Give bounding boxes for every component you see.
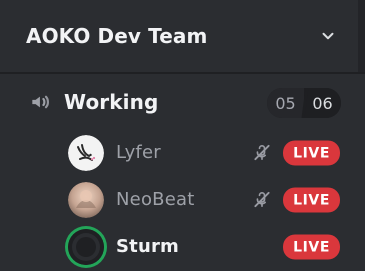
user-status: LIVE	[251, 187, 340, 212]
voice-user-row[interactable]: Lyfer LIVE	[0, 129, 365, 176]
server-name: AOKO Dev Team	[26, 24, 208, 48]
username: NeoBeat	[116, 189, 195, 210]
voice-user-row[interactable]: NeoBeat LIVE	[0, 176, 365, 223]
live-badge: LIVE	[283, 187, 340, 212]
voice-user-count: 05 06	[267, 88, 341, 118]
user-avatar[interactable]	[68, 134, 104, 171]
speaker-icon	[28, 89, 54, 115]
chevron-down-icon[interactable]	[313, 21, 343, 51]
live-badge: LIVE	[283, 140, 340, 165]
user-status: LIVE	[251, 140, 340, 165]
channel-name: Working	[64, 89, 159, 114]
user-avatar[interactable]	[68, 228, 104, 265]
voice-count-current: 05	[267, 88, 304, 118]
voice-count-limit: 06	[304, 88, 341, 118]
server-header[interactable]: AOKO Dev Team	[0, 0, 365, 74]
voice-user-row[interactable]: Sturm LIVE	[0, 223, 365, 270]
user-status: LIVE	[283, 234, 340, 259]
live-badge: LIVE	[283, 234, 340, 259]
user-avatar[interactable]	[68, 181, 104, 218]
mic-off-icon	[251, 189, 273, 211]
username: Sturm	[116, 236, 180, 257]
username: Lyfer	[116, 142, 161, 163]
voice-channel-row[interactable]: Working 05 06	[0, 74, 365, 129]
mic-off-icon	[251, 142, 273, 164]
